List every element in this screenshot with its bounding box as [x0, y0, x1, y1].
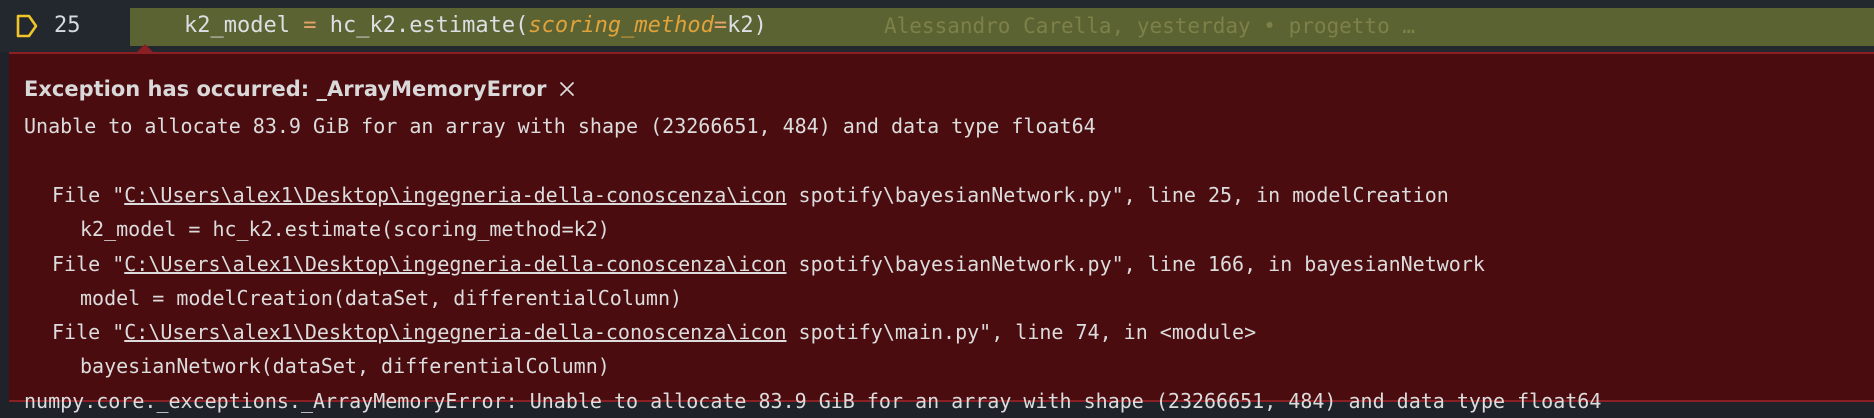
traceback: File "C:\Users\alex1\Desktop\ingegneria-… — [24, 178, 1485, 384]
traceback-file-prefix: File " — [52, 320, 125, 345]
traceback-file-link[interactable]: C:\Users\alex1\Desktop\ingegneria-della-… — [124, 252, 786, 276]
exception-message: Unable to allocate 83.9 GiB for an array… — [24, 114, 1096, 138]
exception-header: Exception has occurred: _ArrayMemoryErro… — [24, 74, 578, 104]
editor-gutter: 25 — [0, 0, 130, 52]
editor-current-line: 25 k2_model = hc_k2.estimate(scoring_met… — [0, 0, 1874, 53]
traceback-frame-code: k2_model = hc_k2.estimate(scoring_method… — [80, 217, 610, 242]
code-argument: k2 — [727, 13, 754, 38]
traceback-file-link[interactable]: C:\Users\alex1\Desktop\ingegneria-della-… — [124, 183, 786, 207]
traceback-file-suffix: spotify\main.py", line 74, in <module> — [786, 320, 1257, 345]
code-line[interactable]: k2_model = hc_k2.estimate(scoring_method… — [184, 12, 767, 40]
git-blame-annotation: Alessandro Carella, yesterday • progetto… — [884, 14, 1416, 38]
traceback-frame-file: File "C:\Users\alex1\Desktop\ingegneria-… — [24, 178, 1485, 212]
traceback-frame-file: File "C:\Users\alex1\Desktop\ingegneria-… — [24, 247, 1485, 281]
exception-final-line: numpy.core._exceptions._ArrayMemoryError… — [24, 389, 1602, 413]
line-number: 25 — [54, 13, 81, 38]
close-icon[interactable] — [556, 78, 578, 100]
traceback-file-prefix: File " — [52, 251, 125, 276]
traceback-frame-file: File "C:\Users\alex1\Desktop\ingegneria-… — [24, 315, 1485, 349]
traceback-frame-code: bayesianNetwork(dataSet, differentialCol… — [80, 354, 610, 379]
traceback-frame-code: model = modelCreation(dataSet, different… — [80, 285, 683, 310]
traceback-file-prefix: File " — [52, 183, 125, 207]
code-operator: = — [289, 13, 330, 38]
code-variable: k2_model — [184, 13, 290, 38]
traceback-file-link[interactable]: C:\Users\alex1\Desktop\ingegneria-della-… — [124, 320, 786, 344]
code-parameter: scoring_method — [528, 13, 714, 38]
debug-stackframe-icon[interactable] — [14, 13, 40, 39]
code-equals: = — [713, 13, 728, 38]
traceback-file-suffix: spotify\bayesianNetwork.py", line 25, in… — [786, 183, 1449, 207]
traceback-file-suffix: spotify\bayesianNetwork.py", line 166, i… — [786, 251, 1485, 276]
exception-title: Exception has occurred: _ArrayMemoryErro… — [24, 77, 547, 101]
code-call: hc_k2.estimate( — [329, 13, 529, 38]
code-close-paren: ) — [753, 13, 767, 38]
exception-widget: Exception has occurred: _ArrayMemoryErro… — [9, 52, 1874, 413]
